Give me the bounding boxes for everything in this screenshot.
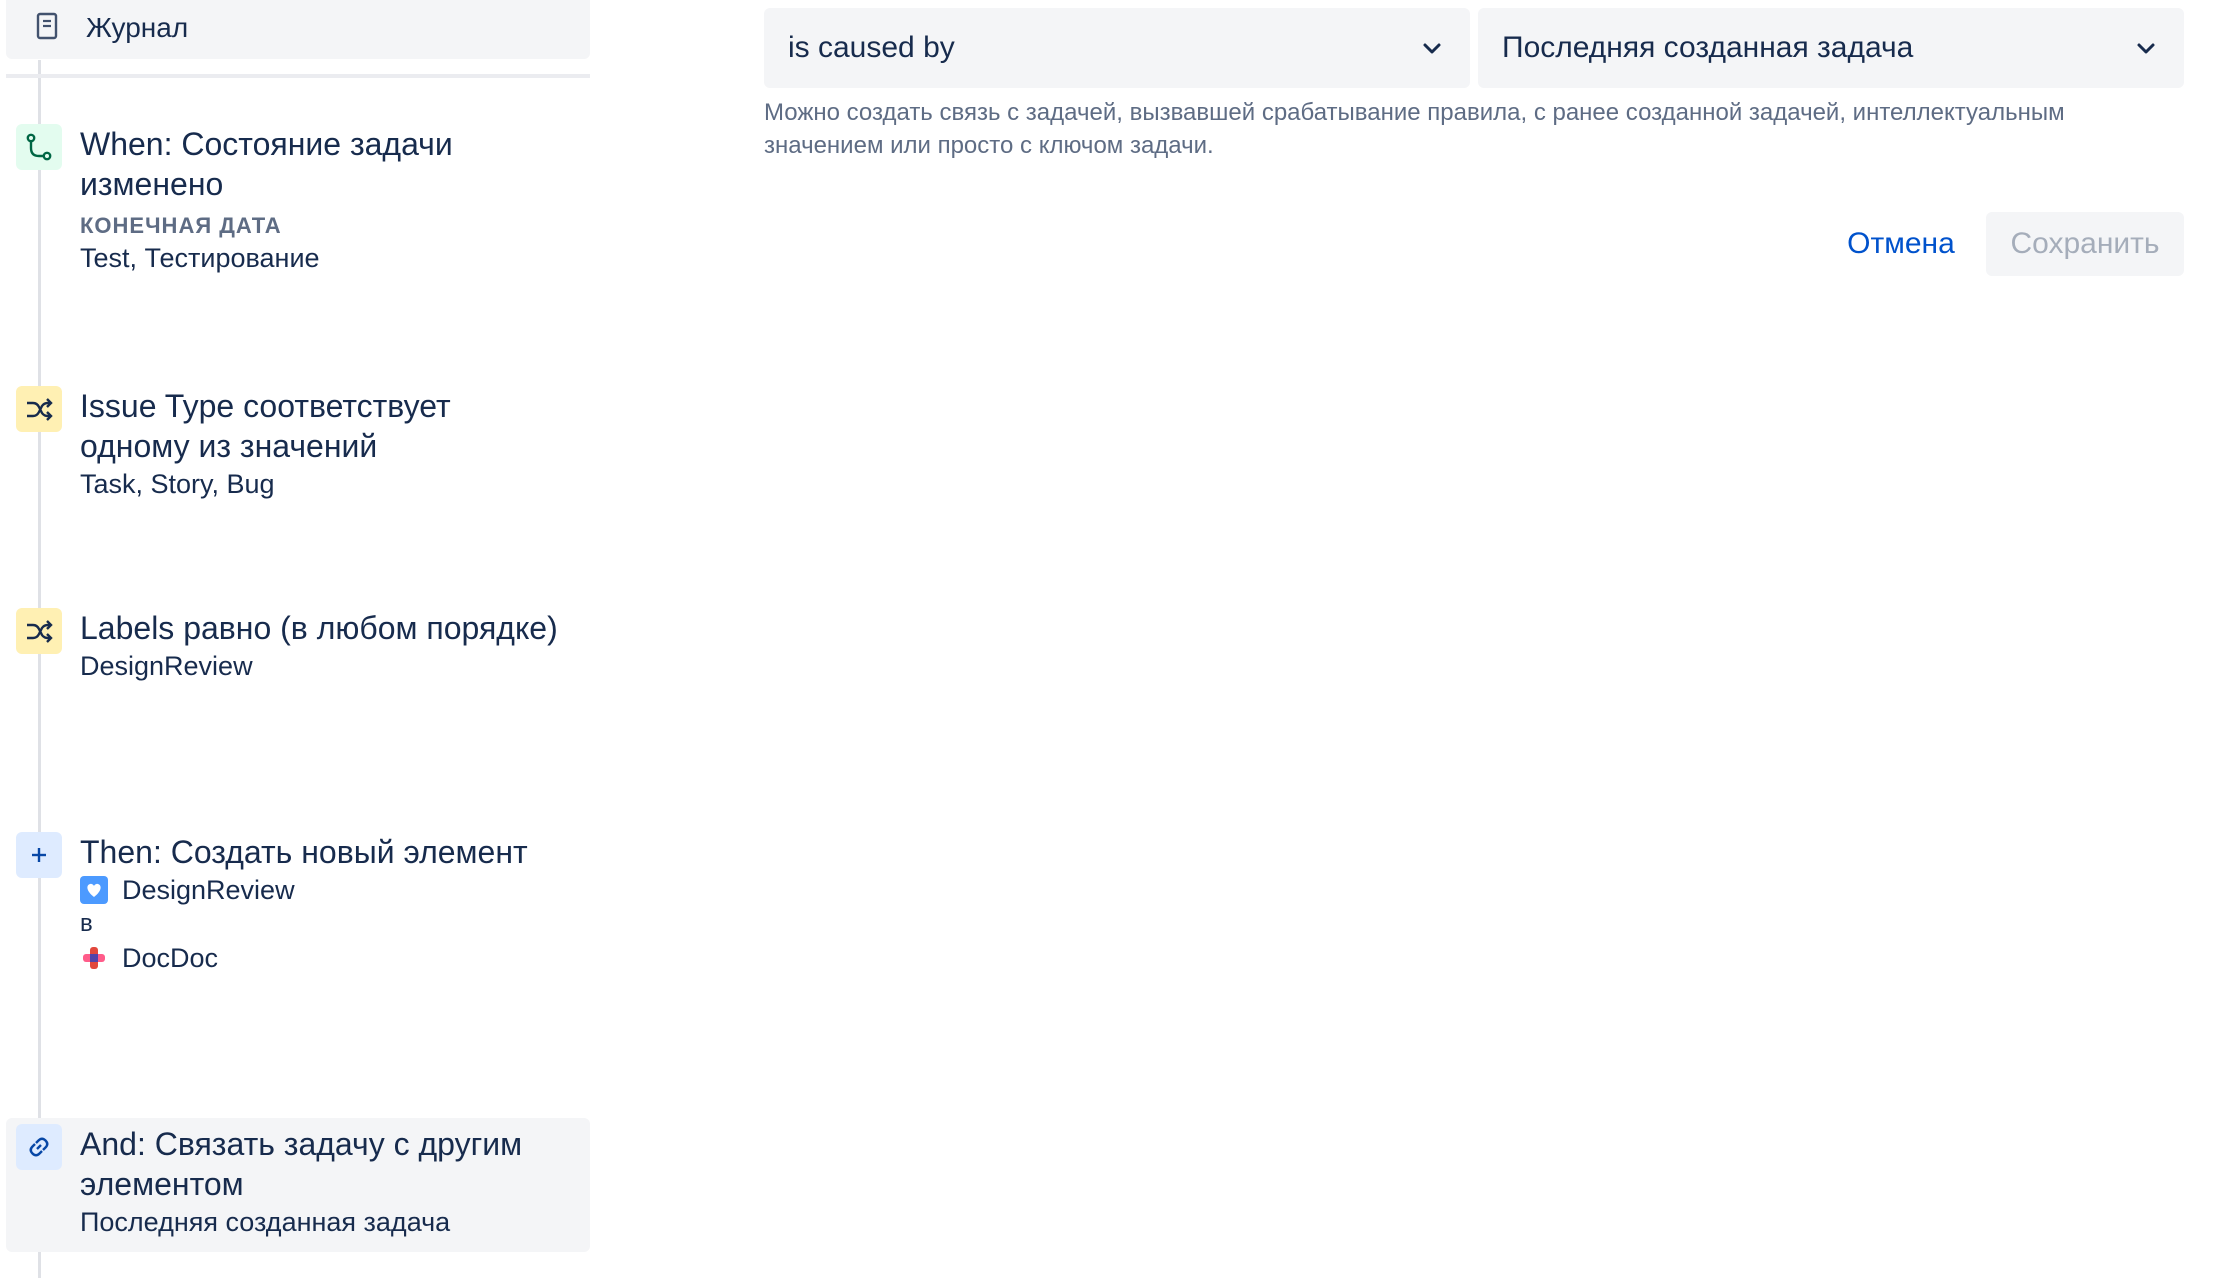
step-title: And: Связать задачу с другим элементом [80, 1126, 523, 1202]
step-detail: Последняя созданная задача [80, 1207, 451, 1237]
branch-icon [16, 124, 62, 170]
project-name: DocDoc [122, 943, 219, 973]
save-button[interactable]: Сохранить [1986, 212, 2184, 276]
journal-label: Журнал [86, 12, 189, 43]
target-issue-value: Последняя созданная задача [1502, 31, 1914, 64]
issue-type-row: DesignReview [80, 872, 560, 908]
step-text: Then: Создать новый элемент DesignReview… [80, 832, 560, 976]
shuffle-icon [16, 386, 62, 432]
cancel-button[interactable]: Отмена [1826, 212, 1976, 276]
step-title: Issue Type соответствует одному из значе… [80, 388, 451, 464]
helper-text: Можно создать связь с задачей, вызвавшей… [764, 99, 2065, 159]
journal-icon [36, 12, 58, 40]
chevron-down-icon [2137, 43, 2155, 54]
target-issue-select[interactable]: Последняя созданная задача [1478, 8, 2184, 88]
step-text: Labels равно (в любом порядке) DesignRev… [80, 608, 560, 684]
step-detail: DesignReview [80, 651, 253, 681]
step-title: Labels равно (в любом порядке) [80, 610, 558, 646]
connector-text: в [80, 910, 93, 937]
project-row: DocDoc [80, 940, 560, 976]
chevron-down-icon [1423, 43, 1441, 54]
step-title: Then: Создать новый элемент [80, 834, 528, 870]
step-detail: Test, Тестирование [80, 243, 320, 273]
heart-issue-type-icon [80, 876, 108, 904]
link-type-select[interactable]: is caused by [764, 8, 1470, 88]
link-type-value: is caused by [788, 31, 955, 64]
shuffle-icon [16, 608, 62, 654]
timeline-connector [38, 60, 41, 1278]
plus-icon [16, 832, 62, 878]
step-text: And: Связать задачу с другим элементом П… [80, 1124, 560, 1240]
link-icon [16, 1124, 62, 1170]
step-meta: КОНЕЧНАЯ ДАТА [80, 213, 282, 238]
issue-type-name: DesignReview [122, 875, 295, 905]
step-text: When: Состояние задачи изменено КОНЕЧНАЯ… [80, 124, 560, 276]
rule-steps-panel: Журнал When: Состояние задачи изменено К… [0, 0, 600, 1278]
step-title: When: Состояние задачи изменено [80, 126, 453, 202]
step-text: Issue Type соответствует одному из значе… [80, 386, 560, 502]
divider [6, 74, 590, 78]
project-avatar-icon [83, 947, 105, 969]
journal-item[interactable]: Журнал [6, 0, 590, 59]
step-detail: Task, Story, Bug [80, 469, 275, 499]
